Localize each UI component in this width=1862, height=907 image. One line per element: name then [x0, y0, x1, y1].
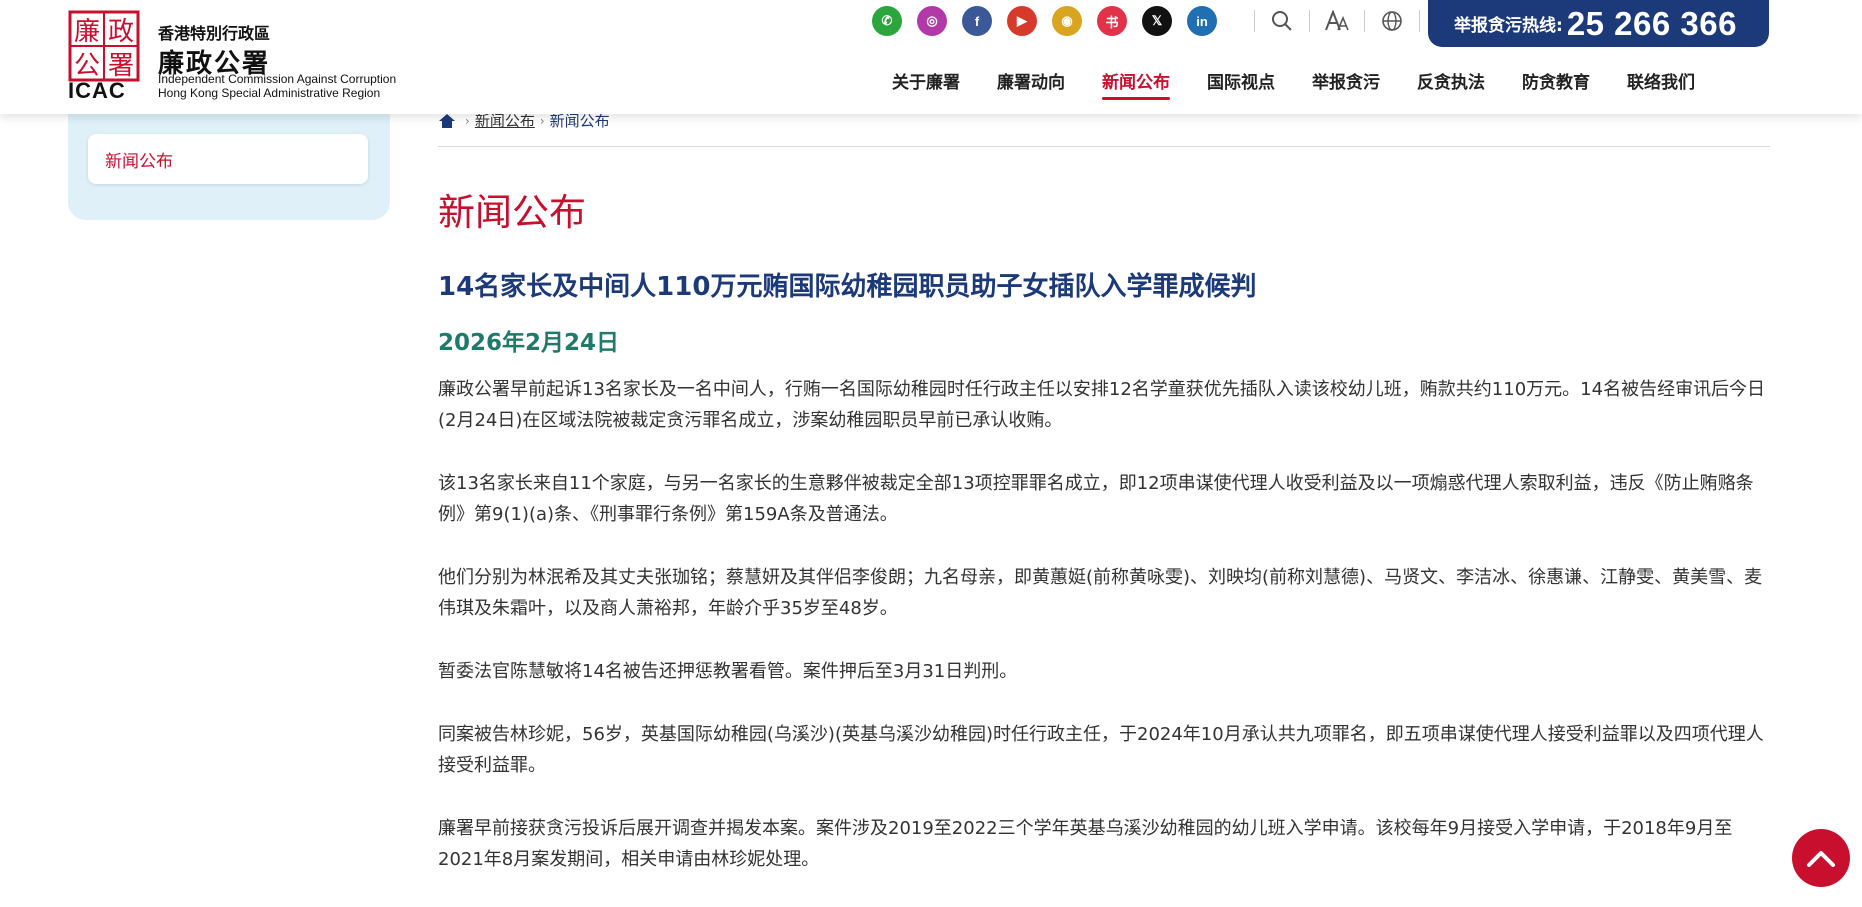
hotline-label: 举报贪污热线:: [1454, 16, 1563, 36]
article-paragraph: 廉署早前接获贪污投诉后展开调查并揭发本案。案件涉及2019至2022三个学年英基…: [438, 818, 1733, 870]
svg-text:署: 署: [108, 51, 134, 81]
nav-item-3[interactable]: 新闻公布: [1102, 68, 1170, 100]
logo-name-en: Independent Commission Against Corruptio…: [158, 72, 397, 86]
article-paragraph: 廉政公署早前起诉13名家长及一名中间人，行贿一名国际幼稚园时任行政主任以安排12…: [438, 379, 1766, 431]
logo-region-zh: 香港特別行政區: [158, 24, 271, 43]
article-date: 2026年2月24日: [438, 330, 620, 356]
article-body: 廉政公署早前起诉13名家长及一名中间人，行贿一名国际幼稚园时任行政主任以安排12…: [438, 374, 1772, 907]
chevron-right-icon: ›: [465, 113, 470, 128]
svg-text:廉: 廉: [74, 17, 100, 47]
back-to-top-button[interactable]: [1792, 829, 1850, 887]
logo-region-en: Hong Kong Special Administrative Region: [158, 86, 381, 100]
nav-item-5[interactable]: 举报贪污: [1312, 68, 1380, 100]
home-icon[interactable]: [438, 113, 456, 129]
nav-item-4[interactable]: 国际视点: [1207, 68, 1275, 100]
article-paragraph: 他们分别为林泯希及其丈夫张珈铭；蔡慧妍及其伴侣李俊朗；九名母亲，即黄蕙娗(前称黄…: [438, 567, 1763, 619]
xiaohongshu-icon[interactable]: 书: [1097, 6, 1127, 36]
youtube-icon[interactable]: ▶: [1007, 6, 1037, 36]
sidebar-item-news[interactable]: 新闻公布: [88, 134, 368, 184]
nav-item-6[interactable]: 反贪执法: [1417, 68, 1485, 100]
article-paragraph: 该13名家长来自11个家庭，与另一名家长的生意夥伴被裁定全部13项控罪罪名成立，…: [438, 473, 1754, 525]
article-paragraph: 同案被告林珍妮，56岁，英基国际幼稚园(乌溪沙)(英基乌溪沙幼稚园)时任行政主任…: [438, 724, 1764, 776]
instagram-icon[interactable]: ◎: [917, 6, 947, 36]
nav-item-7[interactable]: 防贪教育: [1522, 68, 1590, 100]
svg-text:公: 公: [74, 51, 100, 81]
search-icon[interactable]: [1269, 8, 1295, 34]
weibo-icon[interactable]: ◉: [1052, 6, 1082, 36]
nav-item-2[interactable]: 廉署动向: [997, 68, 1065, 100]
x-icon[interactable]: 𝕏: [1142, 6, 1172, 36]
main-nav: 关于廉署 廉署动向 新闻公布 国际视点 举报贪污 反贪执法 防贪教育 联络我们: [892, 68, 1732, 100]
icac-seal-icon: 廉 政 公 署: [68, 10, 140, 82]
social-links: ✆ ◎ f ▶ ◉ 书 𝕏in: [872, 5, 1232, 37]
divider: [438, 146, 1770, 147]
chevron-up-icon: [1807, 851, 1835, 867]
font-size-icon[interactable]: [1324, 8, 1350, 34]
wechat-icon[interactable]: ✆: [872, 6, 902, 36]
divider: [1309, 10, 1310, 32]
sidebar: 新闻公布: [68, 100, 390, 220]
chevron-right-icon: ›: [539, 113, 545, 128]
facebook-icon[interactable]: f: [962, 6, 992, 36]
hotline-number: 25 266 366: [1566, 4, 1737, 42]
divider: [1419, 10, 1420, 32]
divider: [1254, 10, 1255, 32]
corruption-hotline[interactable]: 举报贪污热线: 25 266 366: [1428, 0, 1769, 47]
nav-item-1[interactable]: 关于廉署: [892, 68, 960, 100]
linkedin-icon[interactable]: in: [1187, 6, 1217, 36]
nav-item-8[interactable]: 联络我们: [1627, 68, 1695, 100]
header-tools: [1240, 5, 1434, 37]
language-globe-icon[interactable]: [1379, 8, 1405, 34]
icac-logo[interactable]: 廉 政 公 署 ICAC 香港特別行政區 廉政公署 Independent Co…: [68, 10, 408, 103]
divider: [1364, 10, 1365, 32]
site-header: 廉 政 公 署 ICAC 香港特別行政區 廉政公署 Independent Co…: [0, 0, 1862, 114]
page-title: 新闻公布: [438, 191, 586, 234]
svg-text:政: 政: [108, 17, 134, 47]
article-title: 14名家长及中间人110万元贿国际幼稚园职员助子女插队入学罪成候判: [438, 272, 1257, 302]
article-paragraph: 暂委法官陈慧敏将14名被告还押惩教署看管。案件押后至3月31日判刑。: [438, 661, 1018, 682]
logo-acronym: ICAC: [68, 78, 126, 103]
